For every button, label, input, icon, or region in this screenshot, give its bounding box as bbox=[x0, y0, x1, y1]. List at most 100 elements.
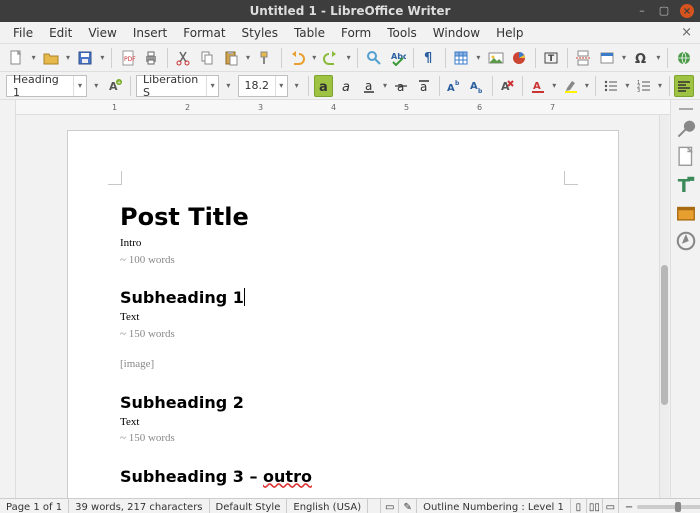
menu-file[interactable]: File bbox=[6, 24, 40, 42]
bullet-dropdown-icon[interactable]: ▾ bbox=[624, 81, 631, 90]
page[interactable]: Post Title Intro ~ 100 words Subheading … bbox=[67, 130, 619, 498]
horizontal-ruler[interactable]: 1 2 3 4 5 6 7 bbox=[16, 100, 670, 115]
undo-icon[interactable] bbox=[287, 47, 308, 69]
insert-table-icon[interactable] bbox=[451, 47, 472, 69]
document-canvas[interactable]: Post Title Intro ~ 100 words Subheading … bbox=[16, 115, 670, 498]
font-size-combo[interactable]: 18.2 ▾ bbox=[238, 75, 288, 97]
maximize-button[interactable]: ▢ bbox=[658, 4, 670, 16]
redo-icon[interactable] bbox=[321, 47, 342, 69]
view-multi-page-icon[interactable]: ▯▯ bbox=[587, 499, 603, 513]
overline-icon[interactable]: a bbox=[414, 75, 434, 97]
spellcheck-icon[interactable]: Abc bbox=[387, 47, 408, 69]
doc-intro-words[interactable]: ~ 100 words bbox=[120, 252, 566, 269]
status-language[interactable]: English (USA) bbox=[287, 499, 368, 513]
font-color-dropdown-icon[interactable]: ▾ bbox=[551, 81, 558, 90]
status-signature-icon[interactable]: ✎ bbox=[399, 499, 417, 513]
export-pdf-icon[interactable]: PDF bbox=[117, 47, 138, 69]
doc-subheading-3[interactable]: Subheading 3 – outro bbox=[120, 467, 566, 486]
menu-form[interactable]: Form bbox=[334, 24, 378, 42]
font-name-combo[interactable]: Liberation S ▾ bbox=[136, 75, 219, 97]
insert-textbox-icon[interactable]: T bbox=[541, 47, 562, 69]
print-icon[interactable] bbox=[141, 47, 162, 69]
table-dropdown-icon[interactable]: ▾ bbox=[475, 53, 483, 62]
find-replace-icon[interactable] bbox=[363, 47, 384, 69]
doc-h1-text[interactable]: Text bbox=[120, 309, 566, 326]
menu-tools[interactable]: Tools bbox=[380, 24, 424, 42]
superscript-icon[interactable]: Ab bbox=[445, 75, 465, 97]
menu-help[interactable]: Help bbox=[489, 24, 530, 42]
menu-table[interactable]: Table bbox=[287, 24, 332, 42]
open-dropdown-icon[interactable]: ▾ bbox=[64, 53, 72, 62]
menu-window[interactable]: Window bbox=[426, 24, 487, 42]
doc-title[interactable]: Post Title bbox=[120, 203, 566, 231]
sidebar-collapse-handle[interactable] bbox=[679, 108, 693, 110]
italic-icon[interactable]: a bbox=[336, 75, 356, 97]
view-book-icon[interactable]: ▭ bbox=[603, 499, 619, 513]
navigator-panel-icon[interactable] bbox=[675, 230, 697, 252]
menu-styles[interactable]: Styles bbox=[235, 24, 285, 42]
paragraph-style-combo[interactable]: Heading 1 ▾ bbox=[6, 75, 87, 97]
close-button[interactable]: × bbox=[680, 4, 694, 18]
scrollbar-thumb[interactable] bbox=[661, 265, 668, 405]
insert-chart-icon[interactable] bbox=[509, 47, 530, 69]
subscript-icon[interactable]: Ab bbox=[467, 75, 487, 97]
align-left-icon[interactable] bbox=[674, 75, 694, 97]
paste-icon[interactable] bbox=[220, 47, 241, 69]
doc-h1-words[interactable]: ~ 150 words bbox=[120, 326, 566, 343]
bold-icon[interactable]: a bbox=[314, 75, 334, 97]
zoom-slider[interactable] bbox=[637, 505, 700, 509]
vertical-scrollbar[interactable] bbox=[659, 115, 669, 498]
status-outline[interactable]: Outline Numbering : Level 1 bbox=[417, 499, 571, 513]
new-dropdown-icon[interactable]: ▾ bbox=[30, 53, 38, 62]
cut-icon[interactable] bbox=[173, 47, 194, 69]
save-dropdown-icon[interactable]: ▾ bbox=[99, 53, 107, 62]
doc-h2-words[interactable]: ~ 150 words bbox=[120, 430, 566, 447]
highlight-icon[interactable] bbox=[561, 75, 581, 97]
slider-thumb[interactable] bbox=[675, 502, 681, 512]
font-color-icon[interactable]: A bbox=[528, 75, 548, 97]
menu-view[interactable]: View bbox=[81, 24, 123, 42]
doc-subheading-2[interactable]: Subheading 2 bbox=[120, 393, 566, 412]
new-style-icon[interactable]: A+ bbox=[105, 75, 125, 97]
properties-panel-icon[interactable] bbox=[675, 118, 697, 140]
doc-image-placeholder[interactable]: [image] bbox=[120, 356, 566, 373]
highlight-dropdown-icon[interactable]: ▾ bbox=[583, 81, 590, 90]
status-style[interactable]: Default Style bbox=[210, 499, 288, 513]
page-break-icon[interactable] bbox=[573, 47, 594, 69]
hyperlink-icon[interactable] bbox=[673, 47, 694, 69]
font-size-dropdown-icon[interactable]: ▾ bbox=[291, 75, 303, 97]
special-char-icon[interactable]: Ω bbox=[631, 47, 652, 69]
menu-edit[interactable]: Edit bbox=[42, 24, 79, 42]
minimize-button[interactable]: – bbox=[636, 4, 648, 16]
update-style-icon[interactable]: ▾ bbox=[90, 75, 102, 97]
paste-dropdown-icon[interactable]: ▾ bbox=[244, 53, 252, 62]
numbered-dropdown-icon[interactable]: ▾ bbox=[656, 81, 663, 90]
clone-formatting-icon[interactable] bbox=[255, 47, 276, 69]
page-panel-icon[interactable] bbox=[675, 146, 697, 168]
redo-dropdown-icon[interactable]: ▾ bbox=[345, 53, 353, 62]
underline-dropdown-icon[interactable]: ▾ bbox=[382, 81, 389, 90]
undo-dropdown-icon[interactable]: ▾ bbox=[310, 53, 318, 62]
zoom-control[interactable]: − + bbox=[619, 502, 700, 513]
numbered-list-icon[interactable]: 123 bbox=[634, 75, 654, 97]
formatting-marks-icon[interactable]: ¶ bbox=[419, 47, 440, 69]
underline-icon[interactable]: a bbox=[359, 75, 379, 97]
status-page[interactable]: Page 1 of 1 bbox=[0, 499, 69, 513]
new-document-icon[interactable] bbox=[6, 47, 27, 69]
copy-icon[interactable] bbox=[197, 47, 218, 69]
styles-panel-icon[interactable]: T bbox=[675, 174, 697, 196]
doc-intro-label[interactable]: Intro bbox=[120, 235, 566, 252]
menu-format[interactable]: Format bbox=[176, 24, 232, 42]
zoom-out-icon[interactable]: − bbox=[625, 502, 633, 513]
gallery-panel-icon[interactable] bbox=[675, 202, 697, 224]
special-dropdown-icon[interactable]: ▾ bbox=[655, 53, 663, 62]
document-close-icon[interactable]: × bbox=[681, 25, 692, 40]
menu-insert[interactable]: Insert bbox=[126, 24, 174, 42]
strikethrough-icon[interactable]: a bbox=[392, 75, 412, 97]
doc-h2-text[interactable]: Text bbox=[120, 414, 566, 431]
status-selection-mode[interactable]: ▭ bbox=[381, 499, 399, 513]
status-insert-mode[interactable] bbox=[368, 499, 381, 513]
doc-subheading-1[interactable]: Subheading 1 bbox=[120, 288, 566, 307]
view-single-page-icon[interactable]: ▯ bbox=[571, 499, 587, 513]
font-name-dropdown-icon[interactable]: ▾ bbox=[222, 75, 234, 97]
